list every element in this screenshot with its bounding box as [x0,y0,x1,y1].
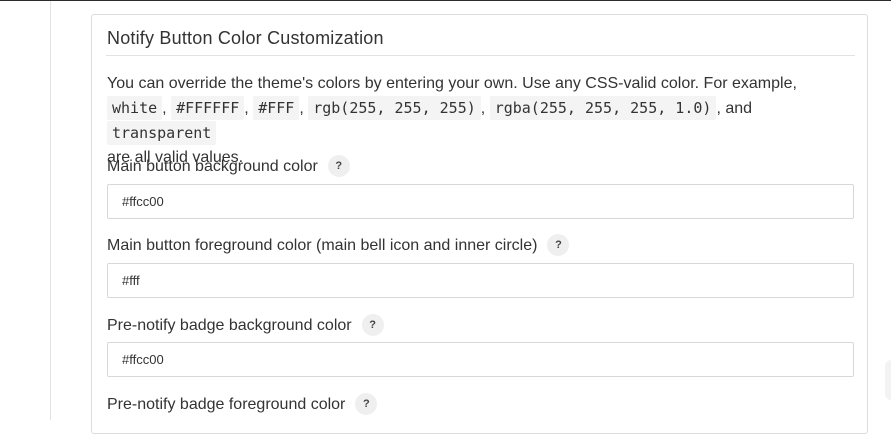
example-transparent: transparent [107,121,217,145]
conjunction: , and [716,100,753,117]
example-rgb: rgb(255, 255, 255) [308,96,481,120]
left-sidebar [0,1,51,420]
prenotify-fg-color-label-text: Pre-notify badge foreground color [107,396,346,414]
help-icon[interactable]: ? [547,234,570,256]
help-icon[interactable]: ? [355,393,378,415]
prenotify-bg-color-input[interactable] [107,342,854,377]
window-top-border [0,0,891,1]
example-rgba: rgba(255, 255, 255, 1.0) [489,96,717,120]
main-fg-color-input[interactable] [107,263,854,298]
main-bg-color-label: Main button background color? [107,155,350,178]
main-fg-color-label-text: Main button foreground color (main bell … [107,237,538,255]
help-icon[interactable]: ? [361,314,384,336]
main-bg-color-label-text: Main button background color [107,158,318,176]
help-icon[interactable]: ? [327,155,350,177]
main-fg-color-label: Main button foreground color (main bell … [107,234,570,257]
separator: , [480,100,486,117]
separator: , [299,100,304,117]
prenotify-bg-color-label: Pre-notify badge background color? [107,314,384,337]
example-hex6: #FFFFFF [171,96,245,120]
separator: , [244,100,249,117]
main-bg-color-input[interactable] [107,184,854,219]
prenotify-fg-color-label: Pre-notify badge foreground color? [107,393,378,416]
example-white: white [107,96,163,120]
example-hex3: #FFF [253,96,300,120]
panel-title: Notify Button Color Customization [107,28,384,48]
separator: , [162,100,167,117]
description-intro: You can override the theme's colors by e… [107,75,797,92]
color-customization-panel: Notify Button Color Customization You ca… [91,14,868,434]
scroll-indicator [885,360,891,400]
title-divider [106,55,855,56]
prenotify-bg-color-label-text: Pre-notify badge background color [107,317,352,335]
